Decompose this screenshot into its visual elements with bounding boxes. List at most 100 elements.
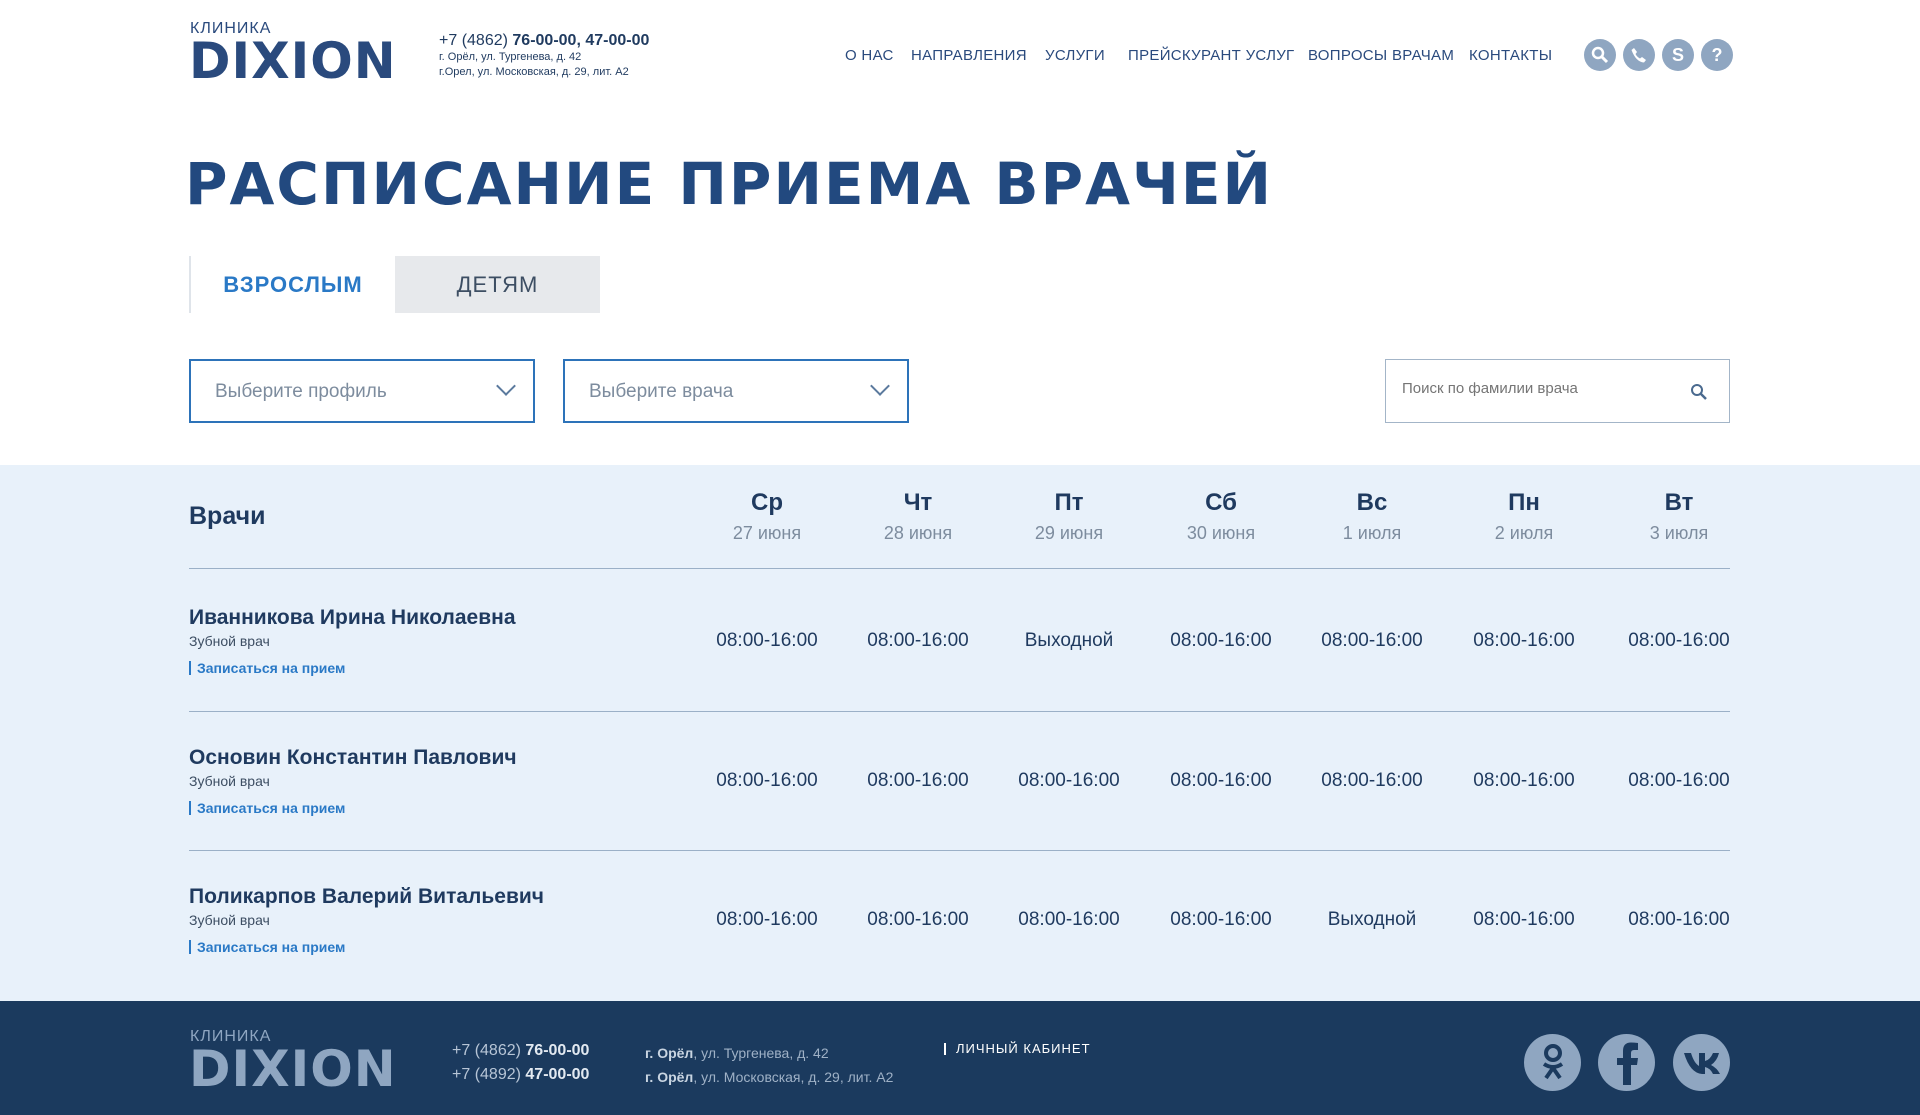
footer-addresses: г. Орёл, ул. Тургенева, д. 42 г. Орёл, у… — [645, 1041, 893, 1089]
doctor-select-label: Выберите врача — [589, 381, 734, 402]
schedule-cell: 08:00-16:00 — [1018, 770, 1120, 791]
nav-services[interactable]: УСЛУГИ — [1045, 47, 1105, 64]
schedule-cell: 08:00-16:00 — [716, 909, 818, 930]
day-name: Пн — [1508, 489, 1540, 516]
schedule-cell: 08:00-16:00 — [1473, 630, 1575, 651]
facebook-icon[interactable] — [1598, 1034, 1655, 1091]
footer-phone-2-prefix: +7 (4892) — [452, 1066, 521, 1083]
search-icon[interactable] — [1584, 39, 1616, 71]
day-header: Вс 1 июля — [1302, 489, 1442, 544]
day-date: 29 июня — [1034, 523, 1104, 543]
chevron-down-icon — [496, 376, 516, 396]
profile-select[interactable]: Выберите профиль — [189, 359, 535, 423]
schedule-cell: 08:00-16:00 — [867, 630, 969, 651]
day-date: 3 июля — [1649, 523, 1709, 543]
schedule-cell: 08:00-16:00 — [1628, 770, 1730, 791]
header-address-1: г. Орёл, ул. Тургенева, д. 42 — [439, 51, 582, 63]
day-header: Ср 27 июня — [697, 489, 837, 544]
clinic-logo[interactable]: КЛИНИКА DIXION — [189, 20, 411, 90]
table-row: Поликарпов Валерий Витальевич Зубной врач… — [189, 885, 544, 957]
schedule-cell: 08:00-16:00 — [1170, 770, 1272, 791]
doctor-specialty: Зубной врач — [189, 773, 270, 789]
schedule-cell: 08:00-16:00 — [1170, 630, 1272, 651]
profile-select-label: Выберите профиль — [215, 381, 387, 402]
footer-address-2: г. Орёл, ул. Московская, д. 29, лит. А2 — [645, 1065, 893, 1089]
doctor-search-input[interactable] — [1402, 380, 1672, 397]
header-address-2: г.Орел, ул. Московская, д. 29, лит. А2 — [439, 66, 629, 78]
phone-numbers: 76-00-00, 47-00-00 — [512, 32, 650, 49]
doctor-search-box — [1385, 359, 1730, 423]
day-header: Пт 29 июня — [999, 489, 1139, 544]
table-row: Основин Константин Павлович Зубной врач За… — [189, 746, 517, 818]
help-icon[interactable]: ? — [1701, 39, 1733, 71]
day-date: 2 июля — [1494, 523, 1554, 543]
phone-icon[interactable] — [1623, 39, 1655, 71]
footer-phone-2[interactable]: +7 (4892) 47-00-00 — [452, 1063, 589, 1087]
doctor-specialty: Зубной врач — [189, 912, 270, 928]
chevron-down-icon — [870, 376, 890, 396]
tab-adults[interactable]: ВЗРОСЛЫМ — [189, 256, 395, 313]
day-header: Чт 28 июня — [848, 489, 988, 544]
schedule-cell: 08:00-16:00 — [1628, 909, 1730, 930]
doctor-name[interactable]: Основин Константин Павлович — [189, 746, 517, 770]
day-name: Чт — [903, 489, 933, 516]
schedule-cell: 08:00-16:00 — [1473, 909, 1575, 930]
schedule-cell: 08:00-16:00 — [716, 630, 818, 651]
doctor-name[interactable]: Иванникова Ирина Николаевна — [189, 606, 516, 630]
day-name: Ср — [751, 489, 783, 516]
site-footer: КЛИНИКА DIXION +7 (4862) 76-00-00 +7 (48… — [0, 1001, 1920, 1115]
skype-icon[interactable]: S — [1662, 39, 1694, 71]
schedule-cell: 08:00-16:00 — [1473, 770, 1575, 791]
schedule-cell: Выходной — [1327, 909, 1417, 930]
schedule-table: Врачи Ср 27 июня Чт 28 июня Пт 29 июня Сб 30 ию… — [0, 465, 1920, 1001]
doctor-select[interactable]: Выберите врача — [563, 359, 909, 423]
logo-big-text: DIXION — [189, 32, 397, 90]
nav-directions[interactable]: НАПРАВЛЕНИЯ — [911, 47, 1027, 64]
nav-about[interactable]: О НАС — [845, 47, 894, 64]
schedule-cell: 08:00-16:00 — [716, 770, 818, 791]
footer-phone-2-number: 47-00-00 — [525, 1066, 590, 1083]
footer-phones: +7 (4862) 76-00-00 +7 (4892) 47-00-00 — [452, 1039, 589, 1087]
doctor-name[interactable]: Поликарпов Валерий Витальевич — [189, 885, 544, 909]
audience-tabs: ВЗРОСЛЫМ ДЕТЯМ — [189, 256, 600, 313]
footer-address-1: г. Орёл, ул. Тургенева, д. 42 — [645, 1041, 893, 1065]
nav-contacts[interactable]: КОНТАКТЫ — [1469, 47, 1552, 64]
phone-prefix: +7 (4862) — [439, 32, 508, 49]
page-title: РАСПИСАНИЕ ПРИЕМА ВРАЧЕЙ — [185, 150, 1274, 218]
day-name: Сб — [1205, 489, 1237, 516]
personal-cabinet-link[interactable]: ЛИЧНЫЙ КАБИНЕТ — [944, 1042, 1091, 1055]
tab-children[interactable]: ДЕТЯМ — [395, 256, 600, 313]
footer-logo-big-text: DIXION — [189, 1040, 397, 1098]
search-icon[interactable] — [1689, 382, 1709, 402]
book-appointment-link[interactable]: Записаться на прием — [189, 801, 345, 815]
schedule-cell: 08:00-16:00 — [867, 770, 969, 791]
book-appointment-link[interactable]: Записаться на прием — [189, 661, 345, 675]
nav-questions[interactable]: ВОПРОСЫ ВРАЧАМ — [1308, 47, 1454, 64]
day-name: Вт — [1664, 489, 1694, 516]
schedule-cell: 08:00-16:00 — [1170, 909, 1272, 930]
footer-address-1-city: г. Орёл — [645, 1045, 694, 1061]
day-name: Пт — [1054, 489, 1084, 516]
schedule-cell: 08:00-16:00 — [1321, 770, 1423, 791]
header-contacts: +7 (4862) 76-00-00, 47-00-00 г. Орёл, ул… — [439, 32, 649, 80]
row-divider — [189, 850, 1730, 851]
footer-address-2-city: г. Орёл — [645, 1069, 694, 1085]
day-date: 28 июня — [883, 523, 953, 543]
day-header: Сб 30 июня — [1151, 489, 1291, 544]
doctor-specialty: Зубной врач — [189, 633, 270, 649]
day-date: 1 июля — [1342, 523, 1402, 543]
vk-icon[interactable] — [1673, 1034, 1730, 1091]
footer-phone-1[interactable]: +7 (4862) 76-00-00 — [452, 1039, 589, 1063]
nav-pricelist[interactable]: ПРЕЙСКУРАНТ УСЛУГ — [1128, 47, 1294, 64]
site-header: КЛИНИКА DIXION +7 (4862) 76-00-00, 47-00… — [0, 0, 1920, 110]
table-divider — [189, 568, 1730, 569]
book-appointment-link[interactable]: Записаться на прием — [189, 940, 345, 954]
row-divider — [189, 711, 1730, 712]
schedule-cell: 08:00-16:00 — [1321, 630, 1423, 651]
odnoklassniki-icon[interactable] — [1524, 1034, 1581, 1091]
day-name: Вс — [1356, 489, 1388, 516]
day-header: Пн 2 июля — [1454, 489, 1594, 544]
schedule-cell: 08:00-16:00 — [1628, 630, 1730, 651]
header-phone[interactable]: +7 (4862) 76-00-00, 47-00-00 — [439, 32, 649, 50]
footer-logo[interactable]: КЛИНИКА DIXION — [189, 1028, 411, 1098]
